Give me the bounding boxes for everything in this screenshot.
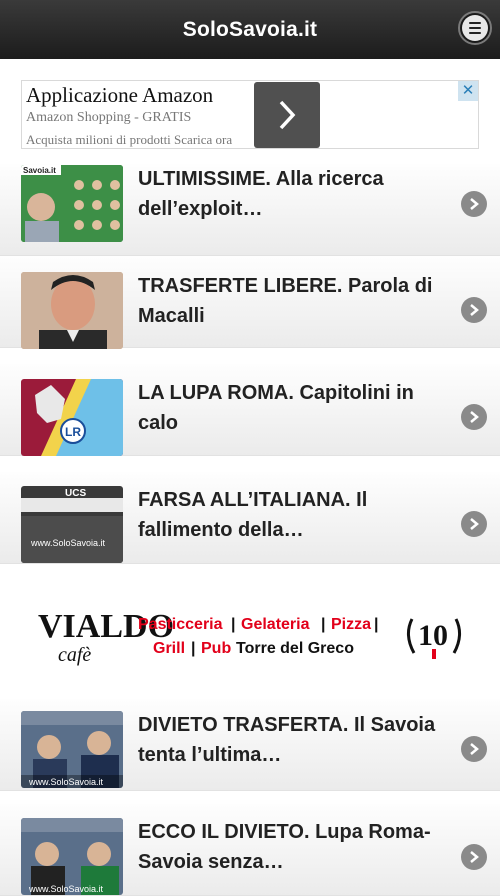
chevron-right-icon[interactable] — [461, 844, 487, 870]
sponsor-line2-b: Pub — [201, 640, 231, 657]
article-thumbnail: LR — [21, 379, 123, 456]
sponsor-line1-a: Pasticceria — [138, 616, 223, 633]
chevron-right-icon[interactable] — [461, 736, 487, 762]
thumb-watermark: www.SoloSavoia.it — [28, 884, 104, 894]
article-title: TRASFERTE LIBERE. Parola di Macalli — [138, 275, 433, 327]
thumb-watermark: www.SoloSavoia.it — [30, 538, 106, 548]
chevron-right-icon[interactable] — [461, 297, 487, 323]
list-item[interactable]: TRASFERTE LIBERE. Parola di Macalli — [0, 256, 500, 349]
thumb-watermark: www.SoloSavoia.it — [28, 777, 104, 787]
list-item[interactable]: UCS www.SoloSavoia.it FARSA ALL’ITALIANA… — [0, 472, 500, 564]
sponsor-banner[interactable]: VIALDO cafè Pasticceria | Gelateria | Pi… — [0, 579, 500, 699]
list-item[interactable]: Savoia.it ULTIMISSIME. Alla ricerca dell… — [0, 164, 500, 256]
list-item[interactable]: LR LA LUPA ROMA. Capitolini in calo — [0, 364, 500, 456]
chevron-right-icon[interactable] — [461, 404, 487, 430]
article-title: ECCO IL DIVIETO. Lupa Roma-Savoia senza… — [138, 821, 431, 873]
menu-button[interactable] — [458, 11, 492, 45]
svg-text:|: | — [231, 616, 235, 633]
article-title: ULTIMISSIME. Alla ricerca dell’exploit… — [138, 168, 384, 220]
ad-title: Applicazione Amazon — [26, 83, 214, 107]
sponsor-line1-c: Pizza — [331, 616, 371, 633]
svg-text:|: | — [374, 616, 378, 633]
article-title: LA LUPA ROMA. Capitolini in calo — [138, 382, 414, 434]
thumb-banner-text: UCS — [65, 488, 86, 499]
list-item[interactable]: www.SoloSavoia.it DIVIETO TRASFERTA. Il … — [0, 699, 500, 791]
thumb-logo-text: LR — [65, 425, 81, 439]
sponsor-line2-a: Grill — [153, 640, 185, 657]
chevron-right-icon[interactable] — [461, 191, 487, 217]
sponsor-brand-sub: cafè — [58, 644, 91, 666]
article-thumbnail: www.SoloSavoia.it — [21, 818, 123, 895]
app-header: SoloSavoia.it — [0, 0, 500, 59]
chevron-right-icon[interactable] — [461, 511, 487, 537]
ad-open-button[interactable] — [254, 82, 320, 148]
chevron-right-icon — [279, 100, 296, 130]
article-title: FARSA ALL’ITALIANA. Il fallimento della… — [138, 489, 368, 541]
article-thumbnail: UCS www.SoloSavoia.it — [21, 486, 123, 563]
list-item[interactable]: www.SoloSavoia.it ECCO IL DIVIETO. Lupa … — [0, 804, 500, 896]
article-thumbnail: Savoia.it — [21, 165, 123, 242]
ad-description: Acquista milioni di prodotti Scarica ora — [26, 132, 233, 147]
anniversary-number: 10 — [418, 619, 448, 652]
app-title: SoloSavoia.it — [182, 17, 318, 41]
sponsor-line1-b: Gelateria — [241, 616, 310, 633]
anniversary-badge: 10 — [407, 618, 461, 659]
thumb-watermark: Savoia.it — [23, 166, 56, 175]
ad-close-button[interactable]: ✕ — [458, 81, 478, 101]
hamburger-icon — [462, 15, 488, 41]
ad-subtitle: Amazon Shopping - GRATIS — [26, 110, 192, 125]
svg-text:|: | — [191, 640, 195, 657]
svg-text:|: | — [321, 616, 325, 633]
article-thumbnail: www.SoloSavoia.it — [21, 711, 123, 788]
article-thumbnail — [21, 272, 123, 349]
sponsor-line2-c: Torre del Greco — [236, 640, 354, 657]
ad-banner[interactable]: Applicazione Amazon Amazon Shopping - GR… — [21, 80, 479, 149]
article-title: DIVIETO TRASFERTA. Il Savoia tenta l’ult… — [138, 714, 436, 766]
